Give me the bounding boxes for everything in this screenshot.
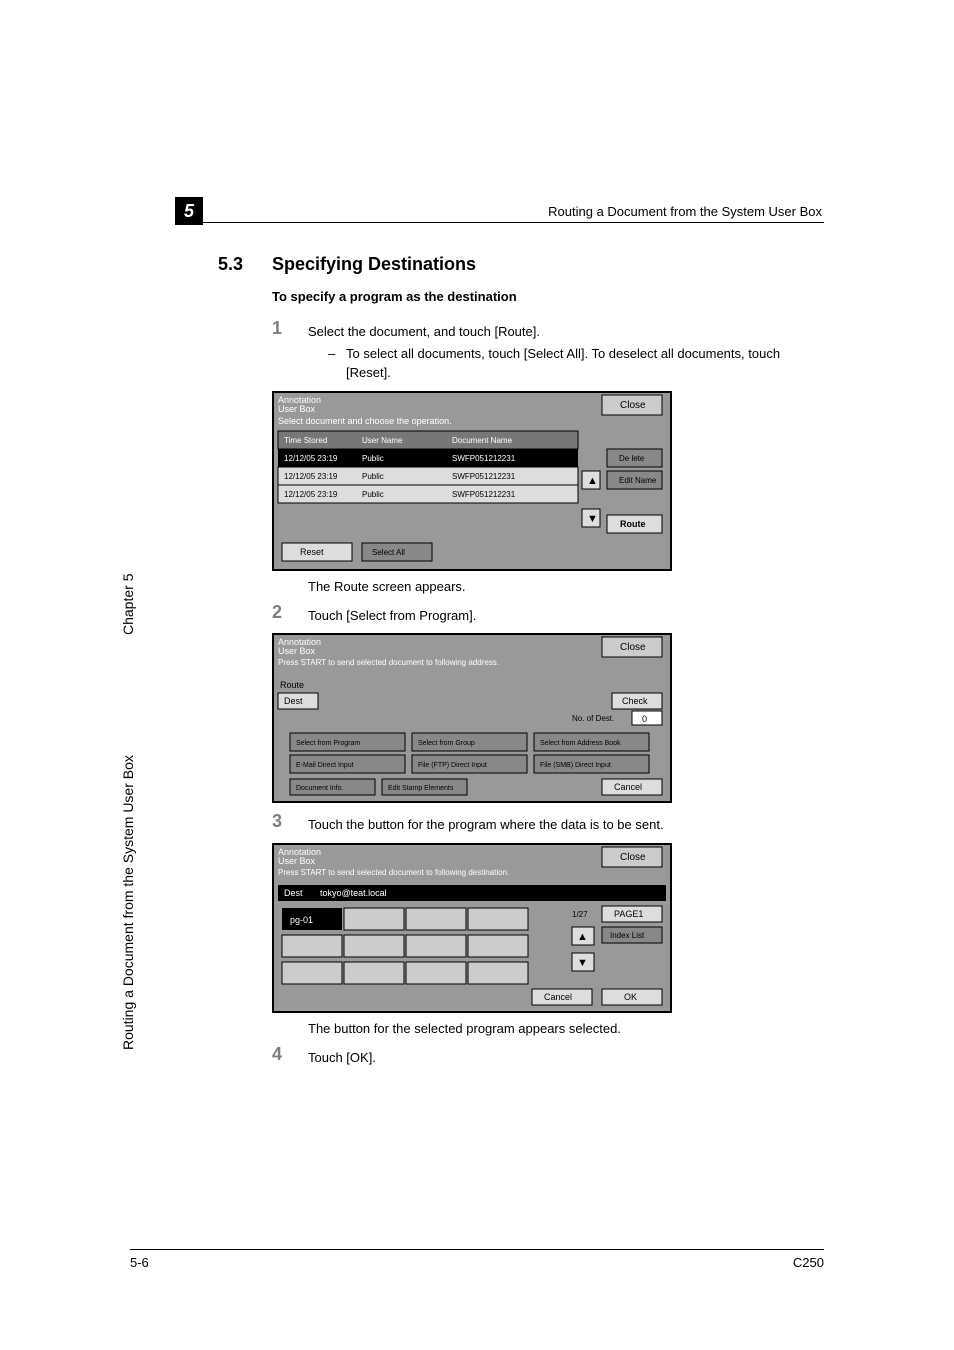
- screenshot-3: Annotation User Box Press START to send …: [272, 843, 822, 1013]
- s2-cancel: Cancel: [614, 782, 642, 792]
- s3-ok: OK: [624, 992, 637, 1002]
- svg-text:File (SMB) Direct Input: File (SMB) Direct Input: [540, 762, 611, 769]
- s1-prompt: Select document and choose the operation…: [278, 416, 452, 426]
- s2-title2: User Box: [278, 646, 316, 656]
- svg-text:Select from Program: Select from Program: [296, 740, 360, 747]
- footer-page: 5-6: [130, 1255, 149, 1270]
- sidebar-running-title: Routing a Document from the System User …: [120, 755, 136, 1050]
- s2-check: Check: [622, 696, 648, 706]
- s3-pg: pg-01: [290, 915, 313, 925]
- s1-edit: Edit Name: [619, 476, 657, 485]
- footer-model: C250: [793, 1255, 824, 1270]
- s1-col-user: User Name: [362, 436, 403, 445]
- sidebar-chapter: Chapter 5: [120, 574, 136, 635]
- s3-index: Index List: [610, 931, 645, 940]
- svg-text:E-Mail Direct Input: E-Mail Direct Input: [296, 762, 354, 769]
- chapter-number-box: 5: [175, 197, 203, 225]
- s1-delete: De lete: [619, 454, 645, 463]
- s1-r0-doc: SWFP051212231: [452, 454, 516, 463]
- screenshot-1: Annotation User Box Select document and …: [272, 391, 822, 571]
- s3-dest: Dest: [284, 888, 303, 898]
- s1-r2-time: 12/12/05 23:19: [284, 490, 338, 499]
- s1-col-time: Time Stored: [284, 436, 327, 445]
- s1-route: Route: [620, 519, 646, 529]
- s2-dest: Dest: [284, 696, 303, 706]
- s2-noval: 0: [642, 714, 647, 724]
- s1-select-all: Select All: [372, 548, 405, 557]
- s2-noof: No. of Dest.: [572, 714, 614, 723]
- s1-r2-doc: SWFP051212231: [452, 490, 516, 499]
- section-number: 5.3: [218, 254, 272, 275]
- s1-reset: Reset: [300, 547, 324, 557]
- s3-prompt: Press START to send selected document to…: [278, 868, 509, 877]
- s3-close: Close: [620, 852, 646, 863]
- step-4-text: Touch [OK].: [308, 1044, 376, 1068]
- running-header: Routing a Document from the System User …: [548, 204, 822, 219]
- s2-close: Close: [620, 642, 646, 653]
- section-title: Specifying Destinations: [272, 254, 476, 275]
- intertext-1: The Route screen appears.: [308, 579, 822, 594]
- svg-text:▼: ▼: [587, 513, 598, 525]
- s2-route: Route: [280, 680, 304, 690]
- step-1-text: Select the document, and touch [Route].: [308, 318, 540, 342]
- s1-title2: User Box: [278, 404, 316, 414]
- s3-destval: tokyo@teat.local: [320, 888, 387, 898]
- step-3-text: Touch the button for the program where t…: [308, 811, 664, 835]
- s2-docinfo: Document Info.: [296, 785, 344, 792]
- step-3-number: 3: [272, 811, 308, 835]
- svg-text:Select from Group: Select from Group: [418, 740, 475, 747]
- step-1-number: 1: [272, 318, 308, 342]
- s1-r2-user: Public: [362, 490, 384, 499]
- footer-rule: [130, 1249, 824, 1250]
- step-2-text: Touch [Select from Program].: [308, 602, 476, 626]
- header-rule: [175, 222, 824, 223]
- step-2-number: 2: [272, 602, 308, 626]
- subsection-heading: To specify a program as the destination: [272, 289, 822, 304]
- svg-text:▲: ▲: [577, 931, 588, 943]
- intertext-3: The button for the selected program appe…: [308, 1021, 822, 1036]
- bullet-dash: –: [328, 344, 346, 383]
- s2-editstamp: Edit Stamp Elements: [388, 785, 454, 792]
- screenshot-2: Annotation User Box Press START to send …: [272, 633, 822, 803]
- s1-r1-doc: SWFP051212231: [452, 472, 516, 481]
- step-4-number: 4: [272, 1044, 308, 1068]
- s1-r0-user: Public: [362, 454, 384, 463]
- s1-close: Close: [620, 400, 646, 411]
- svg-text:▲: ▲: [587, 475, 598, 487]
- s1-r0-time: 12/12/05 23:19: [284, 454, 338, 463]
- svg-text:▼: ▼: [577, 957, 588, 969]
- s2-prompt: Press START to send selected document to…: [278, 658, 499, 667]
- s3-frac: 1/27: [572, 910, 588, 919]
- s1-r1-user: Public: [362, 472, 384, 481]
- svg-text:File (FTP) Direct Input: File (FTP) Direct Input: [418, 762, 487, 769]
- s3-page1: PAGE1: [614, 909, 643, 919]
- svg-text:Select from Address Book: Select from Address Book: [540, 740, 621, 747]
- s1-r1-time: 12/12/05 23:19: [284, 472, 338, 481]
- s3-cancel: Cancel: [544, 992, 572, 1002]
- s1-col-doc: Document Name: [452, 436, 513, 445]
- s3-title2: User Box: [278, 856, 316, 866]
- step-1-bullet: To select all documents, touch [Select A…: [346, 344, 822, 383]
